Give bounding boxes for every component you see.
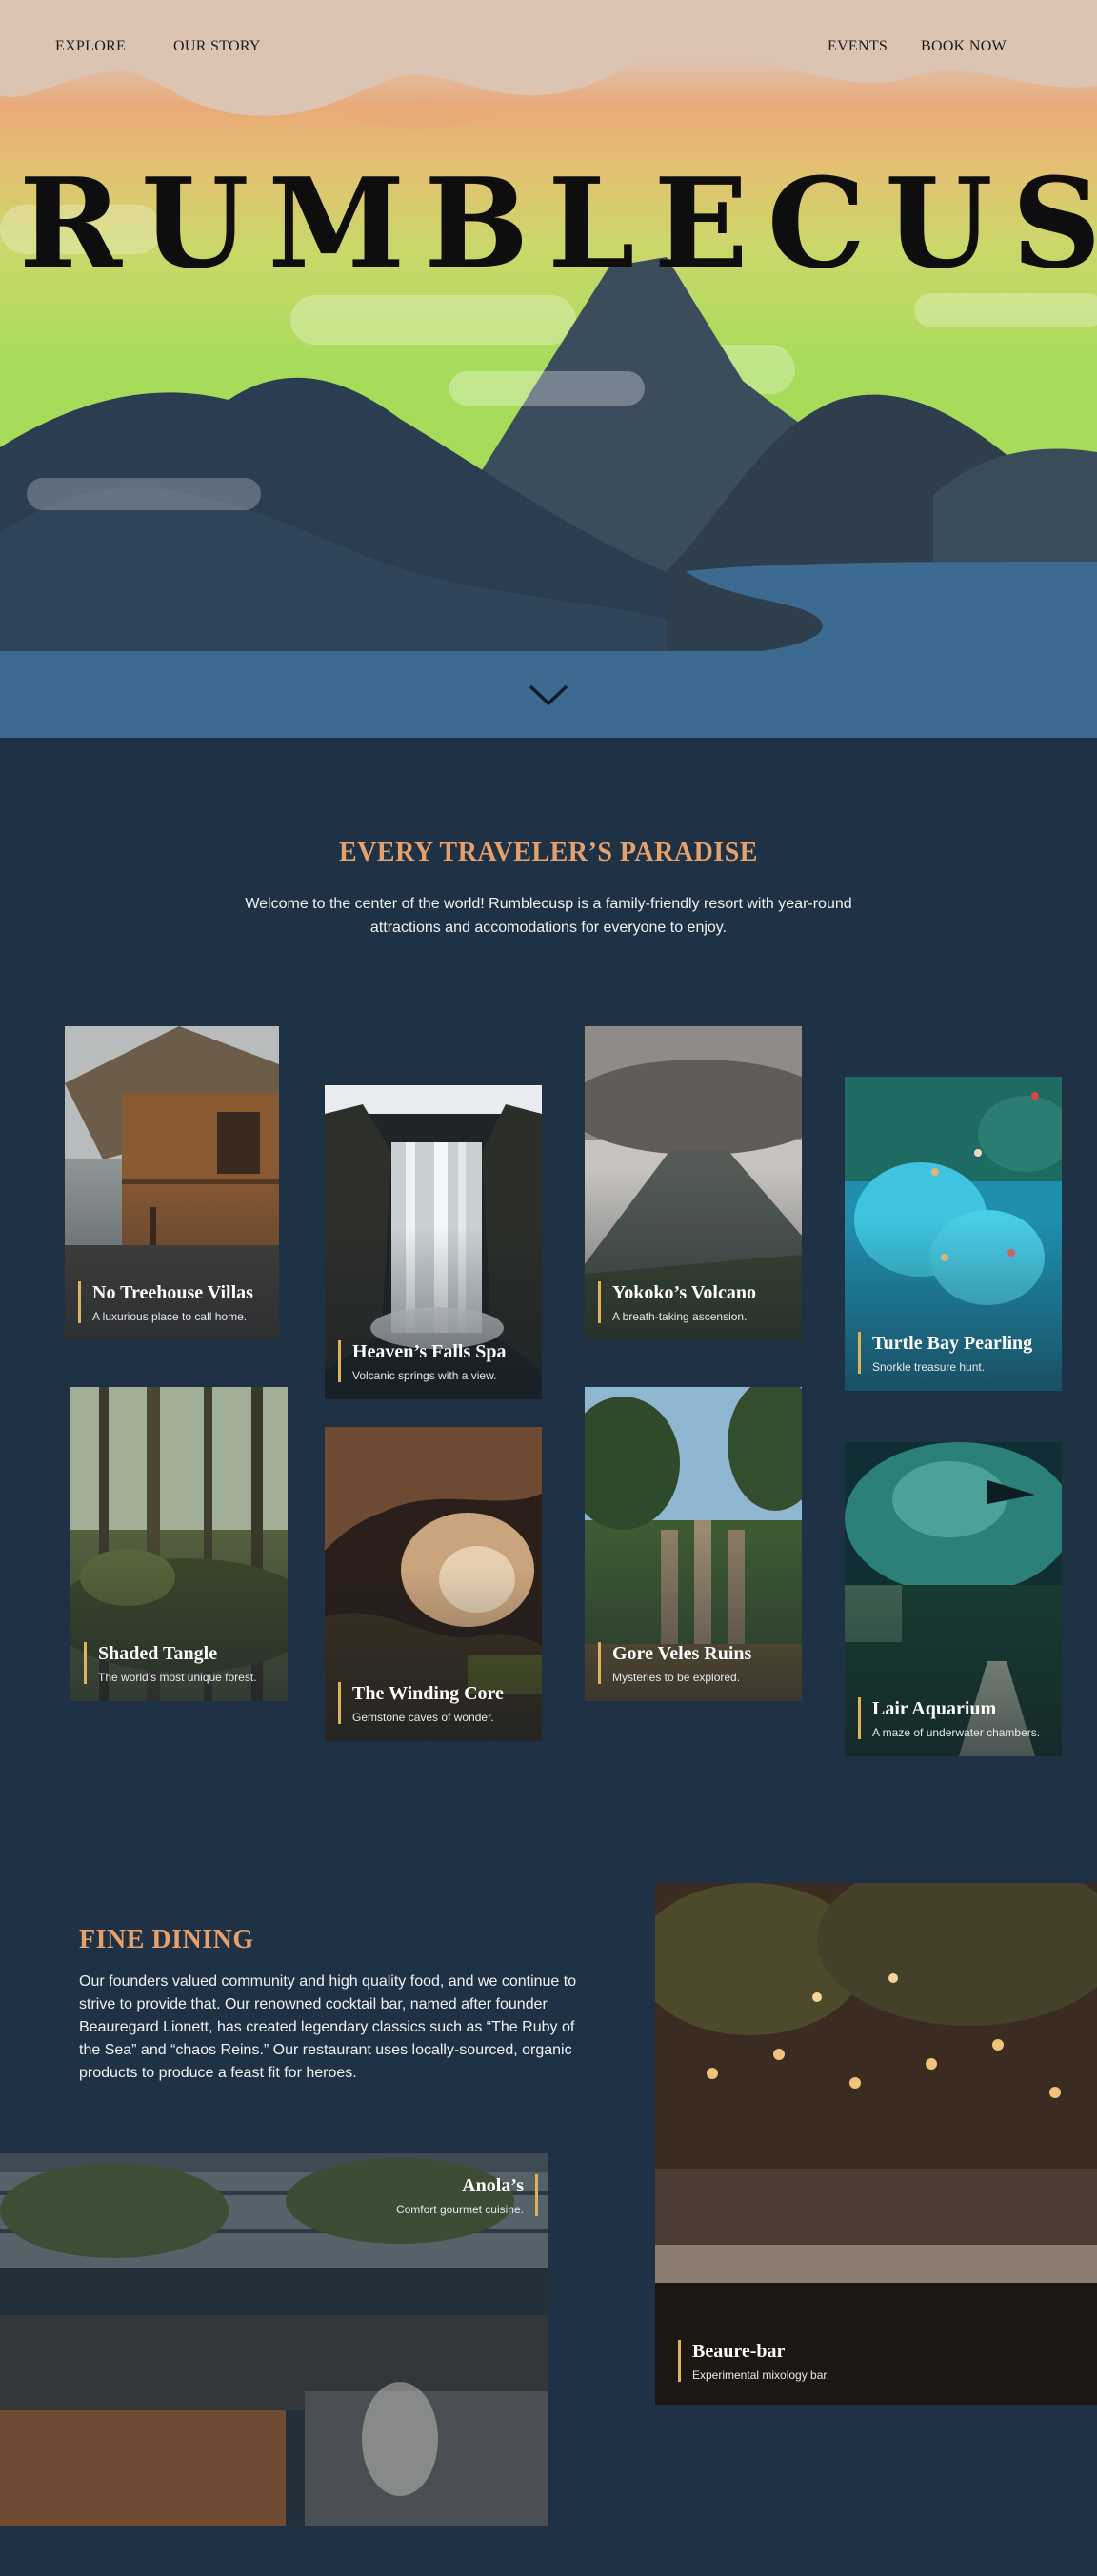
chevron-down-icon[interactable]: [527, 681, 570, 709]
card-subtitle: A breath-taking ascension.: [612, 1310, 748, 1323]
hero-landscape-illustration: [0, 0, 1097, 738]
hero-banner: EXPLORE OUR STORY EVENTS BOOK NOW RUMBLE…: [0, 0, 1097, 738]
card-caption: Lair Aquarium A maze of underwater chamb…: [858, 1697, 1040, 1739]
card-title: Yokoko’s Volcano: [612, 1282, 756, 1303]
attraction-card-volcano[interactable]: Yokoko’s Volcano A breath-taking ascensi…: [585, 1026, 802, 1340]
venue-card-anolas[interactable]: Anola’s Comfort gourmet cuisine.: [0, 2153, 548, 2526]
card-title: Beaure-bar: [692, 2341, 786, 2362]
card-caption: Heaven’s Falls Spa Volcanic springs with…: [338, 1340, 507, 1382]
card-title: Heaven’s Falls Spa: [352, 1341, 507, 1362]
card-caption: Gore Veles Ruins Mysteries to be explore…: [598, 1642, 751, 1684]
card-caption: Yokoko’s Volcano A breath-taking ascensi…: [598, 1281, 756, 1323]
nav-explore[interactable]: EXPLORE: [55, 38, 126, 55]
card-subtitle: A luxurious place to call home.: [92, 1310, 248, 1323]
card-subtitle: Comfort gourmet cuisine.: [395, 2203, 524, 2216]
card-subtitle: Volcanic springs with a view.: [352, 1369, 497, 1382]
card-subtitle: Mysteries to be explored.: [612, 1671, 741, 1684]
card-subtitle: Experimental mixology bar.: [692, 2368, 830, 2382]
nav-events[interactable]: EVENTS: [828, 38, 888, 55]
hero-title: RUMBLECUSP: [19, 150, 1097, 296]
card-title: Shaded Tangle: [98, 1643, 218, 1664]
dining-description: Our founders valued community and high q…: [79, 1973, 577, 2081]
card-subtitle: A maze of underwater chambers.: [872, 1726, 1041, 1739]
card-title: Turtle Bay Pearling: [872, 1333, 1033, 1354]
attraction-card-winding-core[interactable]: The Winding Core Gemstone caves of wonde…: [325, 1427, 542, 1741]
cocktail-bar-image: [655, 1883, 1097, 2405]
attraction-card-lair-aquarium[interactable]: Lair Aquarium A maze of underwater chamb…: [845, 1442, 1062, 1756]
card-title: The Winding Core: [352, 1683, 504, 1704]
nav-book-now[interactable]: BOOK NOW: [921, 38, 1007, 55]
nav-our-story[interactable]: OUR STORY: [173, 38, 261, 55]
card-caption: Anola’s Comfort gourmet cuisine.: [396, 2174, 538, 2216]
venue-card-beaure-bar[interactable]: Beaure-bar Experimental mixology bar.: [655, 1883, 1097, 2405]
card-caption: The Winding Core Gemstone caves of wonde…: [338, 1682, 504, 1724]
card-title: No Treehouse Villas: [92, 1282, 253, 1303]
attraction-card-falls-spa[interactable]: Heaven’s Falls Spa Volcanic springs with…: [325, 1085, 542, 1399]
attraction-card-shaded-tangle[interactable]: Shaded Tangle The world’s most unique fo…: [70, 1387, 288, 1701]
card-caption: Turtle Bay Pearling Snorkle treasure hun…: [858, 1332, 1032, 1374]
card-caption: Shaded Tangle The world’s most unique fo…: [84, 1642, 257, 1684]
card-subtitle: Gemstone caves of wonder.: [352, 1711, 494, 1724]
card-title: Lair Aquarium: [872, 1698, 997, 1719]
card-caption: No Treehouse Villas A luxurious place to…: [78, 1281, 253, 1323]
paradise-intro: Welcome to the center of the world! Rumb…: [245, 896, 852, 936]
attraction-card-gore-veles[interactable]: Gore Veles Ruins Mysteries to be explore…: [585, 1387, 802, 1701]
paradise-heading: EVERY TRAVELER’S PARADISE: [339, 838, 758, 867]
card-title: Gore Veles Ruins: [612, 1643, 752, 1664]
card-subtitle: The world’s most unique forest.: [98, 1671, 257, 1684]
attraction-card-treehouse[interactable]: No Treehouse Villas A luxurious place to…: [65, 1026, 279, 1340]
card-subtitle: Snorkle treasure hunt.: [872, 1360, 986, 1374]
card-title: Anola’s: [462, 2175, 524, 2196]
attraction-card-turtle-bay[interactable]: Turtle Bay Pearling Snorkle treasure hun…: [845, 1077, 1062, 1391]
dining-heading: FINE DINING: [79, 1925, 254, 1954]
card-caption: Beaure-bar Experimental mixology bar.: [678, 2340, 829, 2382]
